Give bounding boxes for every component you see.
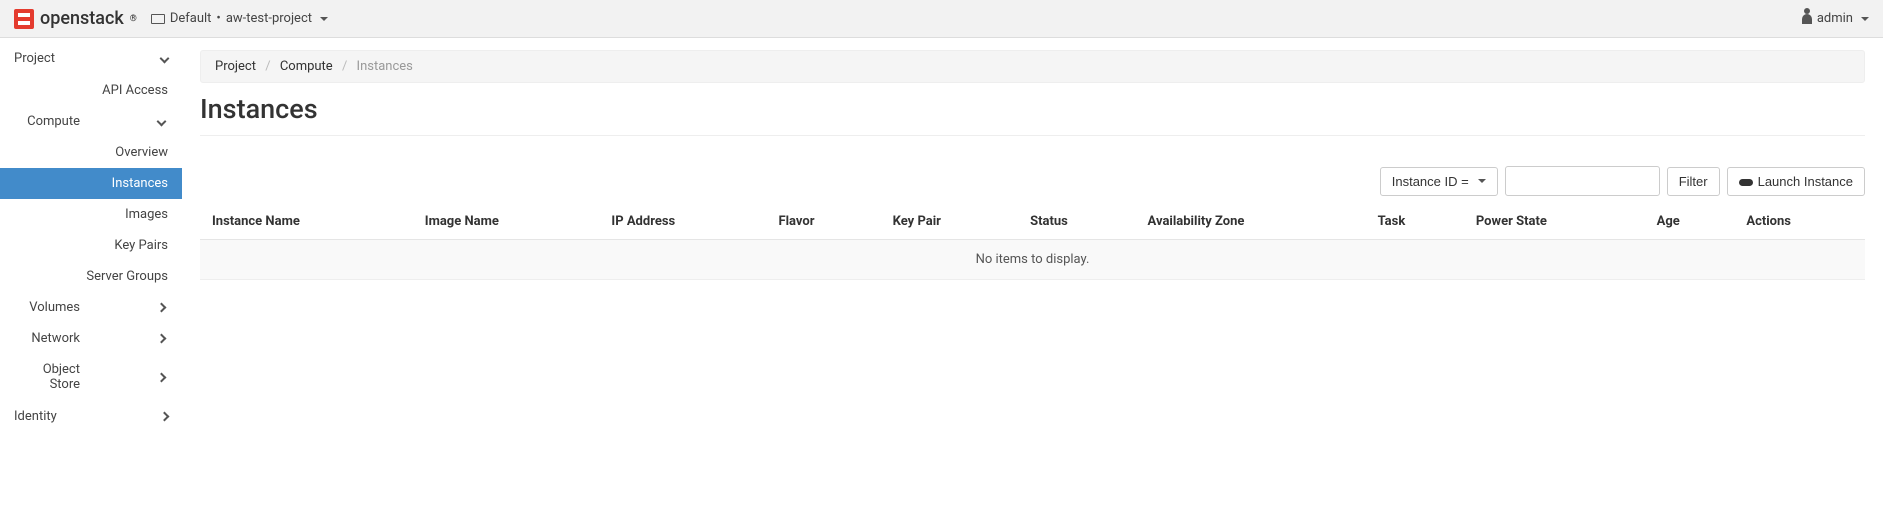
main-content: Project / Compute / Instances Instances …	[182, 38, 1883, 433]
col-flavor[interactable]: Flavor	[766, 204, 880, 240]
nav-compute[interactable]: Compute	[0, 106, 182, 137]
col-actions[interactable]: Actions	[1734, 204, 1865, 240]
cloud-upload-icon	[1739, 176, 1753, 186]
user-icon	[1802, 14, 1812, 24]
col-age[interactable]: Age	[1645, 204, 1735, 240]
topbar-left: openstack® Default • aw-test-project	[14, 8, 328, 29]
nav-object-store[interactable]: Object Store	[0, 354, 182, 400]
nav-instances[interactable]: Instances	[0, 168, 182, 199]
table-empty-row: No items to display.	[200, 240, 1865, 280]
nav-server-groups[interactable]: Server Groups	[0, 261, 182, 292]
caret-down-icon	[320, 17, 328, 21]
nav-identity[interactable]: Identity	[0, 400, 182, 433]
launch-instance-button[interactable]: Launch Instance	[1727, 167, 1865, 196]
chevron-down-icon	[156, 117, 166, 127]
nav-key-pairs[interactable]: Key Pairs	[0, 230, 182, 261]
chevron-right-icon	[156, 303, 166, 313]
domain-icon	[151, 14, 165, 24]
nav-api-access[interactable]: API Access	[0, 75, 182, 106]
breadcrumb-compute[interactable]: Compute	[280, 59, 333, 74]
caret-down-icon	[1478, 179, 1486, 183]
sidebar: Project API Access Compute Overview Inst…	[0, 38, 182, 433]
col-instance-name[interactable]: Instance Name	[200, 204, 413, 240]
project-label: aw-test-project	[226, 11, 312, 26]
filter-button[interactable]: Filter	[1667, 167, 1720, 196]
page-title: Instances	[200, 93, 1865, 136]
col-key-pair[interactable]: Key Pair	[881, 204, 1019, 240]
table-toolbar: Instance ID = Filter Launch Instance	[200, 166, 1865, 196]
col-status[interactable]: Status	[1018, 204, 1135, 240]
openstack-logo-icon	[14, 9, 34, 29]
nav-images[interactable]: Images	[0, 199, 182, 230]
user-label: admin	[1817, 11, 1853, 26]
col-task[interactable]: Task	[1366, 204, 1464, 240]
table-header-row: Instance Name Image Name IP Address Flav…	[200, 204, 1865, 240]
nav-volumes[interactable]: Volumes	[0, 292, 182, 323]
nav-project[interactable]: Project	[0, 42, 182, 75]
domain-label: Default	[170, 11, 212, 26]
brand-logo[interactable]: openstack®	[14, 8, 137, 29]
chevron-down-icon	[160, 54, 170, 64]
breadcrumb: Project / Compute / Instances	[200, 50, 1865, 83]
breadcrumb-project[interactable]: Project	[215, 59, 256, 74]
project-selector[interactable]: Default • aw-test-project	[151, 11, 328, 26]
topbar: openstack® Default • aw-test-project adm…	[0, 0, 1883, 38]
breadcrumb-current: Instances	[357, 59, 413, 74]
nav-network[interactable]: Network	[0, 323, 182, 354]
caret-down-icon	[1861, 17, 1869, 21]
empty-message: No items to display.	[200, 240, 1865, 280]
col-power-state[interactable]: Power State	[1464, 204, 1645, 240]
filter-field-dropdown[interactable]: Instance ID =	[1380, 167, 1498, 196]
instances-table: Instance Name Image Name IP Address Flav…	[200, 204, 1865, 280]
col-image-name[interactable]: Image Name	[413, 204, 600, 240]
nav-overview[interactable]: Overview	[0, 137, 182, 168]
chevron-right-icon	[160, 412, 170, 422]
chevron-right-icon	[156, 334, 166, 344]
user-menu[interactable]: admin	[1802, 11, 1869, 26]
col-availability-zone[interactable]: Availability Zone	[1136, 204, 1366, 240]
brand-text: openstack	[40, 8, 124, 29]
filter-input[interactable]	[1505, 166, 1660, 196]
col-ip-address[interactable]: IP Address	[599, 204, 766, 240]
chevron-right-icon	[156, 372, 166, 382]
